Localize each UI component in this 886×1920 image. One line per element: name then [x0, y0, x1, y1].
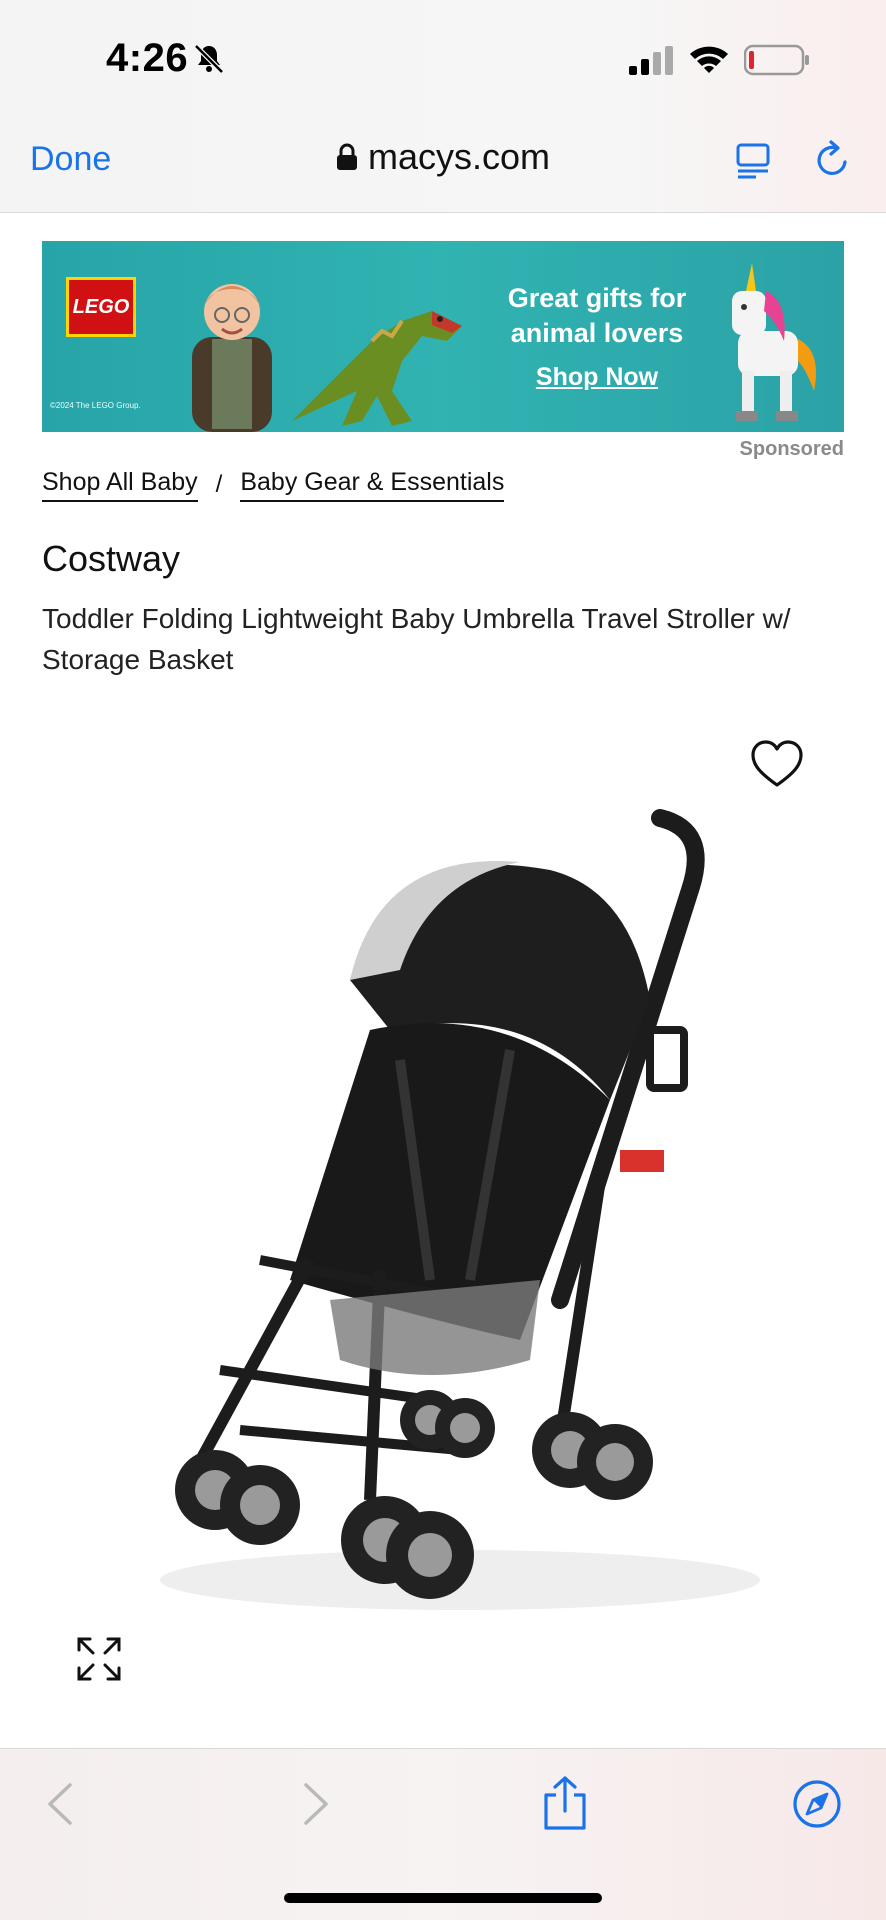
ad-unicorn-image: [732, 263, 816, 421]
ad-copyright: ©2024 The LEGO Group.: [50, 401, 141, 410]
sponsored-label: Sponsored: [739, 438, 844, 460]
reload-icon[interactable]: [812, 140, 852, 180]
ad-headline: Great gifts for animal lovers: [507, 283, 687, 348]
url-field[interactable]: macys.com: [336, 136, 550, 178]
lock-icon: [336, 143, 357, 170]
lego-logo: LEGO: [66, 277, 136, 337]
reader-icon[interactable]: [734, 142, 772, 180]
product-title: Toddler Folding Lightweight Baby Umbrell…: [42, 603, 791, 675]
browser-chrome: 4:26 Done macys.com: [0, 0, 886, 213]
ad-dinosaur-image: [292, 311, 462, 426]
share-icon[interactable]: [540, 1775, 590, 1831]
breadcrumb-separator: /: [215, 471, 223, 498]
home-indicator: [284, 1893, 602, 1903]
compass-icon[interactable]: [792, 1779, 842, 1829]
cellular-signal-icon: [629, 46, 673, 75]
forward-icon[interactable]: [298, 1781, 334, 1827]
expand-icon[interactable]: [76, 1636, 122, 1682]
stroller-image[interactable]: [130, 800, 780, 1650]
ad-boy-image: [192, 284, 272, 432]
back-icon[interactable]: [42, 1781, 78, 1827]
bell-slash-icon: [194, 44, 224, 74]
page: 4:26 Done macys.com LEGO ©2024 The LEGO …: [0, 0, 886, 1920]
heart-icon[interactable]: [750, 739, 804, 789]
status-time: 4:26: [106, 36, 189, 80]
browser-toolbar: [0, 1748, 886, 1920]
battery-icon: [744, 44, 809, 76]
product-brand[interactable]: Costway: [42, 538, 180, 580]
url-text: macys.com: [367, 136, 551, 177]
lego-ad-banner[interactable]: LEGO ©2024 The LEGO Group. Great gifts f…: [42, 241, 844, 432]
wifi-icon: [690, 46, 728, 73]
breadcrumb-baby-gear[interactable]: Baby Gear & Essentials: [240, 468, 505, 502]
done-button[interactable]: Done: [30, 140, 111, 179]
breadcrumb: Shop All Baby / Baby Gear & Essentials: [42, 468, 505, 502]
ad-shop-now-link[interactable]: Shop Now: [532, 363, 662, 392]
breadcrumb-shop-all-baby[interactable]: Shop All Baby: [42, 468, 198, 502]
